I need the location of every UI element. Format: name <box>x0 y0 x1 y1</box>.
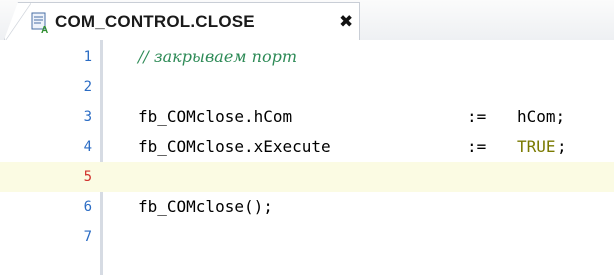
line-number: 2 <box>83 79 92 95</box>
editor-tab-com-control-close[interactable]: A COM_CONTROL.CLOSE ✖ <box>4 2 360 40</box>
code-line-7[interactable]: 7 <box>0 222 614 252</box>
code-assign-operator: := <box>467 107 487 126</box>
code-literal-true: TRUE <box>517 137 556 156</box>
code-line-4[interactable]: 4 fb_COMclose.xExecute := TRUE ; <box>0 132 614 162</box>
code-line-3[interactable]: 3 fb_COMclose.hCom := hCom; <box>0 102 614 132</box>
code-rhs: hCom; <box>517 107 566 126</box>
code-comment: // закрываем порт <box>138 47 297 66</box>
line-number: 3 <box>83 109 92 125</box>
st-program-icon: A <box>31 12 48 34</box>
line-number: 6 <box>83 199 92 215</box>
line-number: 1 <box>83 49 92 65</box>
code-line-1[interactable]: 1 // закрываем порт <box>0 42 614 72</box>
code-line-6[interactable]: 6 fb_COMclose(); <box>0 192 614 222</box>
line-number-current: 5 <box>83 169 92 185</box>
close-icon[interactable]: ✖ <box>339 14 355 31</box>
line-number: 4 <box>83 139 92 155</box>
code-call: fb_COMclose(); <box>138 197 273 216</box>
code-semicolon: ; <box>557 137 567 156</box>
code-line-5-active[interactable]: 5 <box>0 162 614 192</box>
editor-tab-strip: A COM_CONTROL.CLOSE ✖ <box>0 0 614 41</box>
code-assign-operator: := <box>467 137 487 156</box>
code-lhs: fb_COMclose.xExecute <box>138 137 331 156</box>
code-editor-window: A COM_CONTROL.CLOSE ✖ 1 // закрываем пор… <box>0 0 614 275</box>
line-number: 7 <box>83 229 92 245</box>
code-editor[interactable]: 1 // закрываем порт 2 3 fb_COMclose.hCom… <box>0 40 614 275</box>
code-lhs: fb_COMclose.hCom <box>138 107 293 126</box>
code-line-2[interactable]: 2 <box>0 72 614 102</box>
svg-text:A: A <box>41 25 48 34</box>
tab-title: COM_CONTROL.CLOSE <box>55 12 255 31</box>
